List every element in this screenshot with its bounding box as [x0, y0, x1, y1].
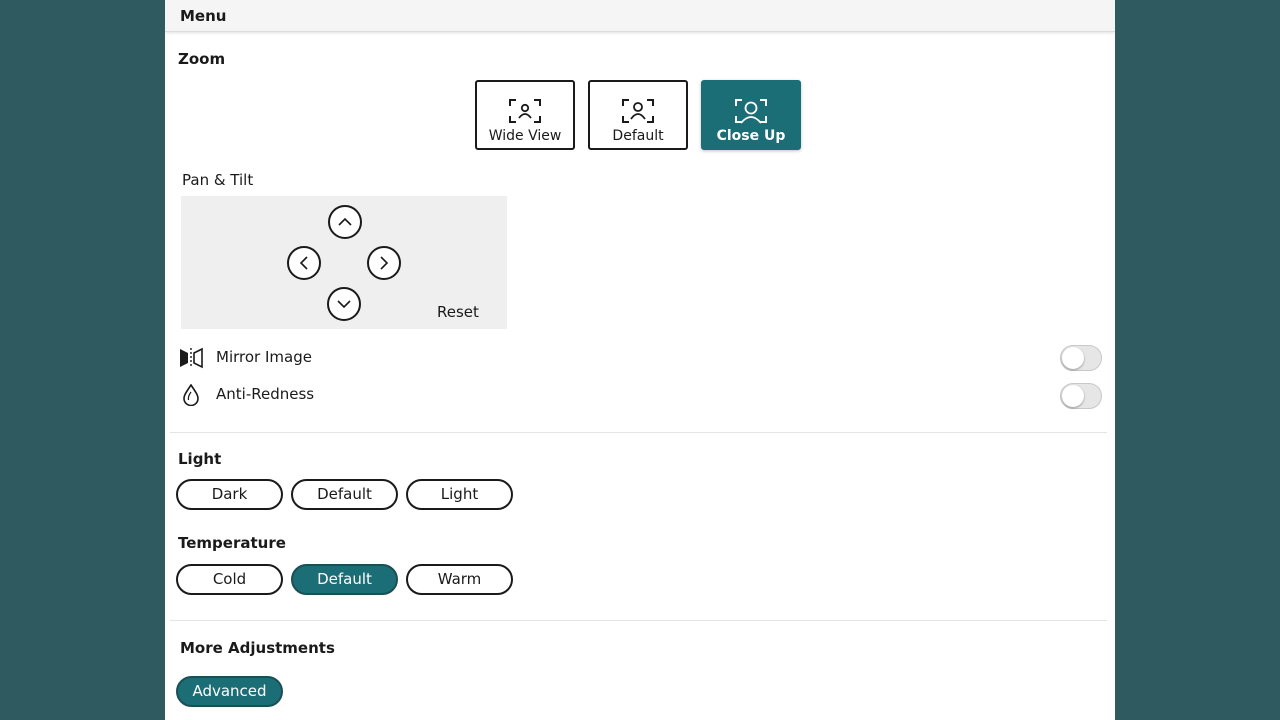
chevron-right-icon — [380, 256, 389, 270]
droplet-icon — [183, 384, 199, 406]
default-view-icon — [622, 99, 654, 123]
toggle-knob — [1062, 385, 1084, 407]
anti-redness-toggle[interactable] — [1060, 383, 1102, 409]
zoom-default-button[interactable]: Default — [588, 80, 688, 150]
temperature-default-button[interactable]: Default — [291, 564, 398, 595]
mirror-icon — [180, 347, 203, 369]
mirror-image-toggle[interactable] — [1060, 345, 1102, 371]
zoom-close-up-button[interactable]: Close Up — [701, 80, 801, 150]
light-light-button[interactable]: Light — [406, 479, 513, 510]
pan-left-button[interactable] — [287, 246, 321, 280]
light-dark-button[interactable]: Dark — [176, 479, 283, 510]
pan-tilt-label: Pan & Tilt — [182, 171, 254, 189]
zoom-label: Zoom — [178, 50, 226, 68]
pan-right-button[interactable] — [367, 246, 401, 280]
menu-bar: Menu — [165, 0, 1115, 32]
toggle-knob — [1062, 347, 1084, 369]
mirror-image-label: Mirror Image — [216, 348, 312, 366]
menu-title: Menu — [180, 7, 227, 25]
light-label: Light — [178, 450, 222, 468]
zoom-wide-view-button[interactable]: Wide View — [475, 80, 575, 150]
reset-button[interactable]: Reset — [437, 303, 479, 321]
temperature-warm-button[interactable]: Warm — [406, 564, 513, 595]
pan-tilt-pad: Reset — [181, 196, 507, 329]
zoom-option-label: Wide View — [488, 128, 562, 144]
tilt-down-button[interactable] — [327, 287, 361, 321]
divider — [170, 432, 1107, 433]
tilt-up-button[interactable] — [328, 205, 362, 239]
advanced-button[interactable]: Advanced — [176, 676, 283, 707]
close-up-icon — [735, 99, 767, 124]
temperature-cold-button[interactable]: Cold — [176, 564, 283, 595]
chevron-down-icon — [337, 300, 351, 309]
settings-panel: Menu Zoom Wide View Default Close Up Pan… — [165, 0, 1115, 720]
temperature-label: Temperature — [178, 534, 286, 552]
anti-redness-label: Anti-Redness — [216, 385, 315, 403]
chevron-up-icon — [338, 217, 352, 226]
zoom-option-label: Default — [612, 128, 664, 144]
chevron-left-icon — [299, 256, 308, 270]
divider — [170, 620, 1107, 621]
more-adjustments-label: More Adjustments — [180, 639, 335, 657]
wide-view-icon — [509, 99, 541, 123]
light-default-button[interactable]: Default — [291, 479, 398, 510]
zoom-option-label: Close Up — [716, 128, 786, 144]
